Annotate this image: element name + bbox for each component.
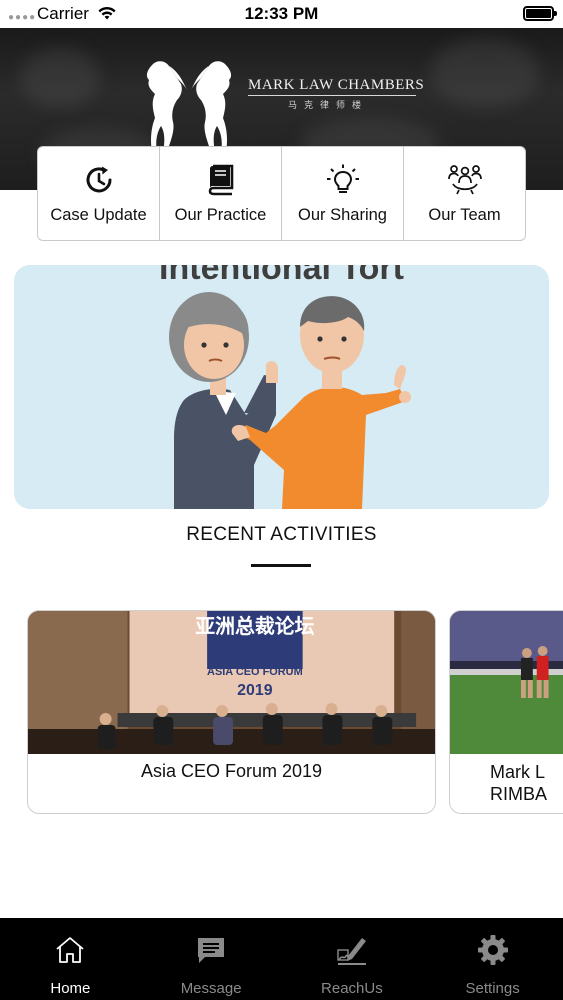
lightbulb-icon	[326, 164, 359, 193]
book-icon	[208, 164, 233, 196]
case-update-label: Case Update	[50, 206, 147, 224]
our-practice-label: Our Practice	[174, 206, 267, 224]
tab-message[interactable]: Message	[141, 918, 282, 1000]
activity-title: Mark L RIMBA	[450, 761, 563, 805]
activity-title-line-2: RIMBA	[490, 784, 548, 804]
tab-settings-label: Settings	[465, 980, 520, 997]
clock-refresh-icon	[86, 166, 111, 193]
tab-home[interactable]: Home	[0, 918, 141, 1000]
gear-icon	[477, 935, 508, 965]
activity-title-line-1: Mark L	[490, 762, 546, 782]
activity-card[interactable]: Mark L RIMBA	[449, 610, 563, 814]
hero-banner[interactable]: Intentional Tort	[14, 265, 549, 509]
home-icon	[56, 937, 84, 963]
activity-photo: 亚洲总裁论坛 ASIA CEO FORUM 2019	[28, 611, 435, 754]
case-update-button[interactable]: Case Update	[38, 147, 160, 240]
photo-banner-cn: 亚洲总裁论坛	[195, 614, 314, 638]
tab-message-label: Message	[180, 980, 242, 997]
our-team-button[interactable]: Our Team	[404, 147, 525, 240]
our-sharing-label: Our Sharing	[298, 206, 387, 224]
section-underline	[251, 564, 311, 567]
photo-banner-en: ASIA CEO FORUM	[207, 666, 303, 678]
our-practice-button[interactable]: Our Practice	[160, 147, 282, 240]
battery-fill	[526, 9, 551, 18]
status-bar: ●●●● Carrier 12:33 PM	[0, 0, 563, 28]
activity-title: Asia CEO Forum 2019	[140, 761, 323, 781]
tab-home-label: Home	[50, 980, 91, 997]
activity-card[interactable]: 亚洲总裁论坛 ASIA CEO FORUM 2019 Asia CEO Foru…	[27, 610, 436, 814]
our-sharing-button[interactable]: Our Sharing	[282, 147, 404, 240]
tab-settings[interactable]: Settings	[422, 918, 563, 1000]
recent-activities-heading: RECENT ACTIVITIES	[186, 524, 377, 545]
firm-name-chinese: 马克律师楼	[288, 100, 369, 110]
message-icon	[198, 938, 225, 963]
hero-illustration	[169, 292, 411, 509]
firm-name: MARK LAW CHAMBERS	[248, 77, 425, 93]
quick-menu: Case Update Our Practice Our Sharing Our…	[37, 146, 526, 241]
signature-pen-icon	[337, 938, 366, 965]
logo-divider	[248, 95, 416, 96]
photo-banner-year: 2019	[237, 682, 273, 699]
tab-bar: Home Message ReachUs Settings	[0, 918, 563, 1000]
tab-reachus-label: ReachUs	[321, 980, 383, 997]
rearing-horses-logo	[146, 61, 232, 152]
activity-photo	[450, 611, 563, 754]
our-team-label: Our Team	[428, 206, 501, 224]
clock-time: 12:33 PM	[244, 4, 319, 23]
battery-icon	[523, 6, 557, 21]
tab-reachus[interactable]: ReachUs	[282, 918, 423, 1000]
team-icon	[447, 165, 482, 195]
